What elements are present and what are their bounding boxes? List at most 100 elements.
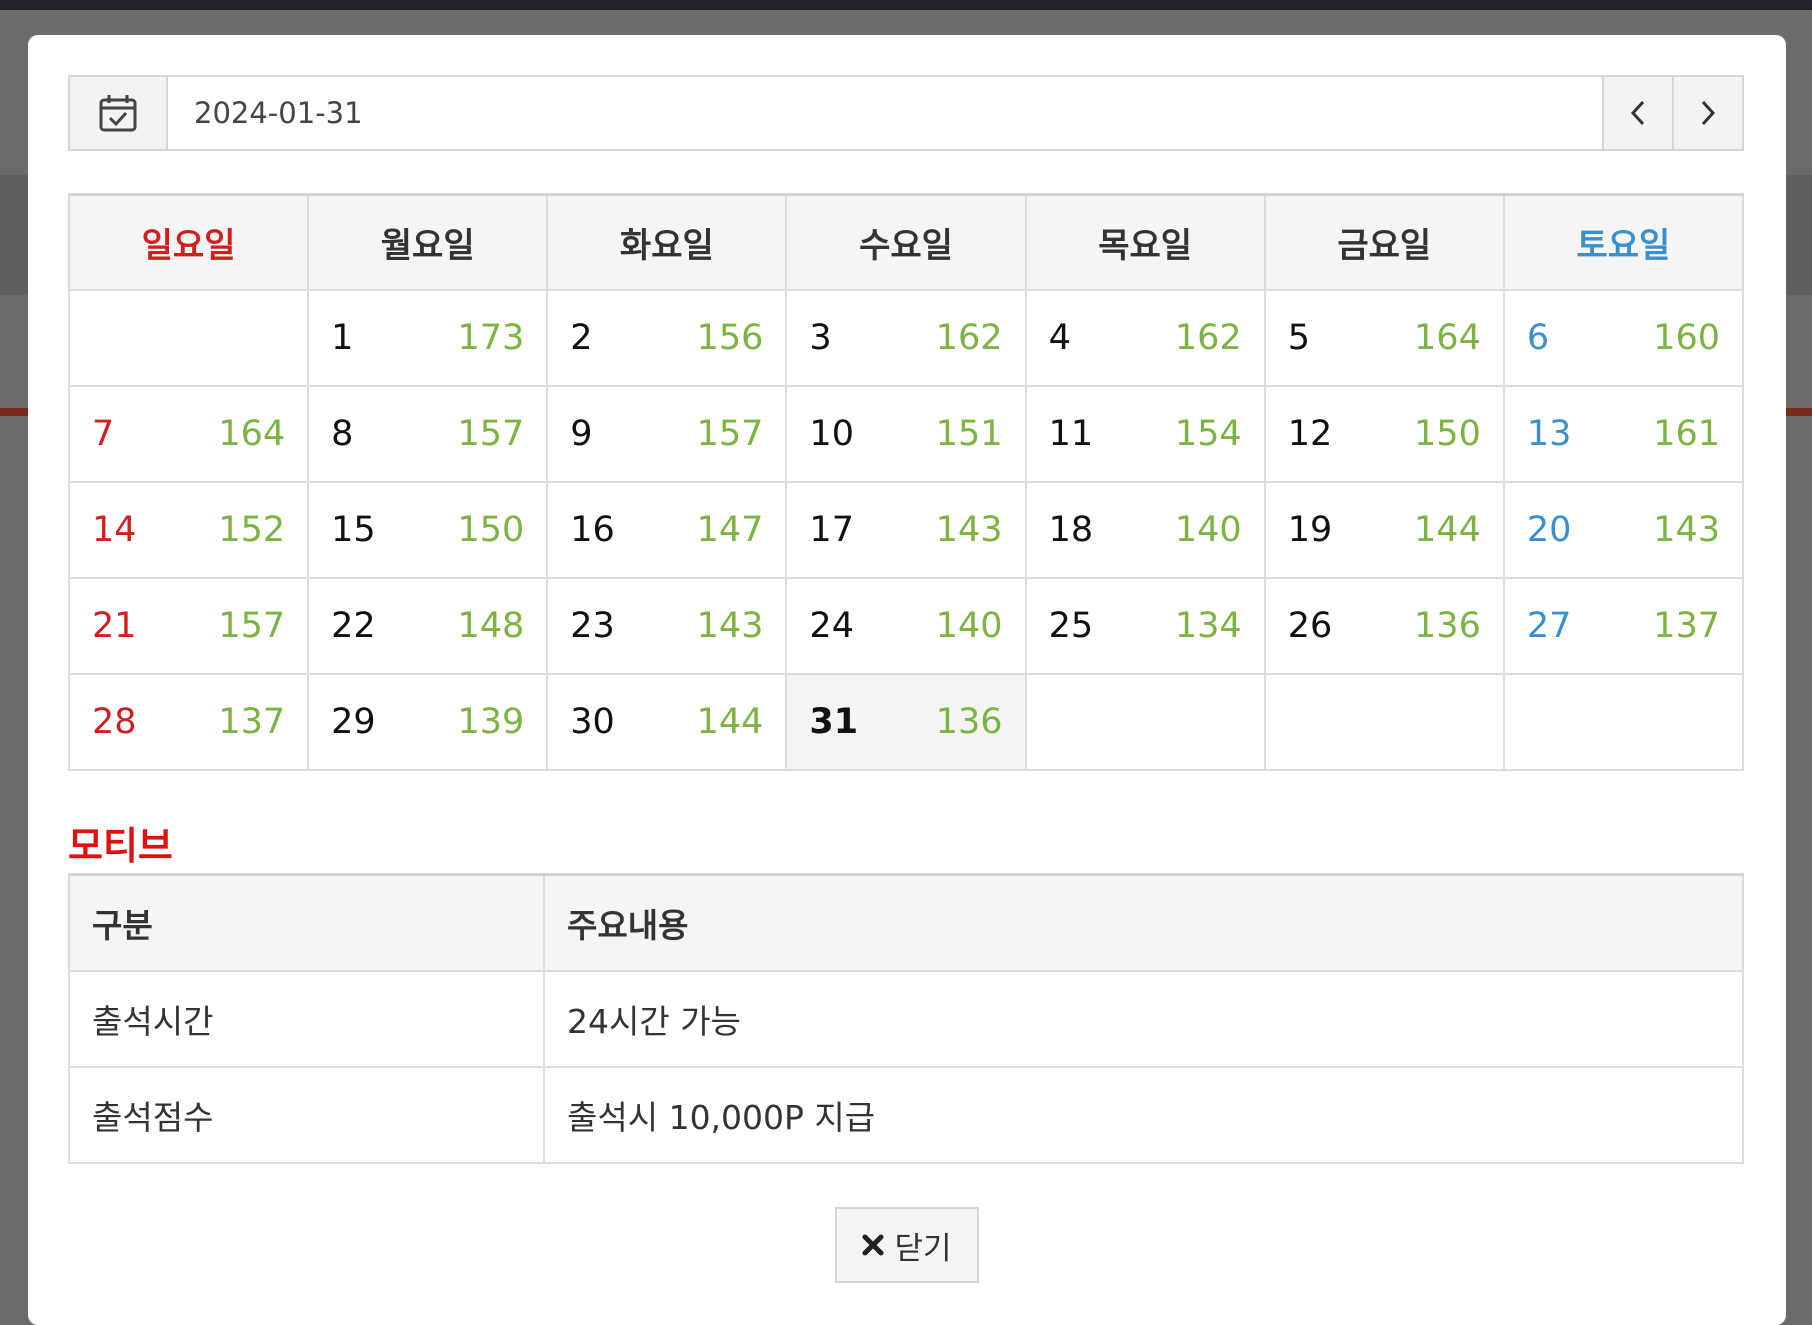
calendar-day-content: 10 151 xyxy=(809,414,1002,454)
attendance-calendar: 일요일 월요일 화요일 수요일 목요일 금요일 토요일 1 173 2 156 3 162… xyxy=(67,193,1745,771)
calendar-day-content: 20 143 xyxy=(1527,510,1720,550)
calendar-day-cell[interactable]: 20 143 xyxy=(1502,480,1745,579)
calendar-day-number: 26 xyxy=(1287,605,1333,646)
calendar-day-cell[interactable]: 23 143 xyxy=(546,576,788,675)
calendar-day-content: 29 139 xyxy=(331,702,524,742)
calendar-day-cell[interactable]: 8 157 xyxy=(307,384,549,483)
calendar-day-cell[interactable]: 13 161 xyxy=(1502,384,1745,483)
calendar-day-number: 13 xyxy=(1526,413,1572,454)
calendar-day-content: 31 136 xyxy=(809,702,1002,742)
calendar-day-cell[interactable]: 3 162 xyxy=(785,288,1027,387)
calendar-day-content: 3 162 xyxy=(809,318,1002,358)
calendar-day-cell[interactable]: 21 157 xyxy=(67,576,310,675)
calendar-day-number: 11 xyxy=(1048,413,1094,454)
calendar-button[interactable] xyxy=(70,77,168,149)
calendar-day-cell[interactable]: 15 150 xyxy=(307,480,549,579)
calendar-day-cell[interactable]: 6 160 xyxy=(1502,288,1745,387)
calendar-day-content: 18 140 xyxy=(1049,510,1242,550)
attendance-count: 137 xyxy=(1653,605,1720,646)
prev-month-button[interactable] xyxy=(1602,77,1672,149)
calendar-day-number: 21 xyxy=(92,605,137,646)
calendar-day-content: 16 147 xyxy=(570,510,763,550)
calendar-day-number: 20 xyxy=(1526,509,1572,550)
weekday-tuesday: 화요일 xyxy=(546,193,788,291)
calendar-day-number: 5 xyxy=(1287,317,1310,358)
attendance-count: 148 xyxy=(457,605,525,646)
attendance-count: 136 xyxy=(1414,605,1481,646)
calendar-day-cell[interactable]: 10 151 xyxy=(785,384,1027,483)
attendance-count: 154 xyxy=(1174,413,1242,454)
attendance-count: 143 xyxy=(1653,509,1720,550)
calendar-day-cell[interactable]: 16 147 xyxy=(546,480,788,579)
attendance-count: 151 xyxy=(935,413,1003,454)
calendar-day-content: 30 144 xyxy=(570,702,763,742)
calendar-day-cell[interactable]: 28 137 xyxy=(67,672,310,771)
calendar-day-cell[interactable]: 7 164 xyxy=(67,384,310,483)
calendar-day-cell[interactable]: 11 154 xyxy=(1024,384,1266,483)
date-input[interactable] xyxy=(168,77,1602,149)
info-table: 구분 주요내용 출석시간 24시간 가능 출석점수 출석시 10,000P 지급 xyxy=(68,873,1744,1164)
calendar-day-cell[interactable]: 1 173 xyxy=(307,288,549,387)
table-row: 출석시간 24시간 가능 xyxy=(68,969,1744,1068)
calendar-day-number: 15 xyxy=(331,509,376,550)
calendar-check-icon xyxy=(99,95,137,132)
calendar-day-content: 4 162 xyxy=(1049,318,1242,358)
calendar-empty-cell xyxy=(67,288,310,387)
calendar-day-number: 12 xyxy=(1287,413,1333,454)
next-month-button[interactable] xyxy=(1672,77,1742,149)
info-cell-content: 출석시 10,000P 지급 xyxy=(543,1065,1744,1164)
section-title: 모티브 xyxy=(68,824,173,868)
calendar-day-cell[interactable]: 4 162 xyxy=(1024,288,1266,387)
calendar-day-cell[interactable]: 18 140 xyxy=(1024,480,1266,579)
calendar-day-cell[interactable]: 29 139 xyxy=(307,672,549,771)
calendar-empty-cell xyxy=(1024,672,1266,771)
calendar-day-cell[interactable]: 9 157 xyxy=(546,384,788,483)
calendar-day-cell[interactable]: 25 134 xyxy=(1024,576,1266,675)
calendar-day-cell[interactable]: 12 150 xyxy=(1263,384,1505,483)
page-top-bar xyxy=(0,0,1812,10)
calendar-day-content: 6 160 xyxy=(1527,318,1720,358)
calendar-empty-cell xyxy=(1263,672,1505,771)
calendar-day-number: 25 xyxy=(1048,605,1094,646)
calendar-day-cell[interactable]: 30 144 xyxy=(546,672,788,771)
calendar-day-content: 19 144 xyxy=(1288,510,1481,550)
attendance-modal: 일요일 월요일 화요일 수요일 목요일 금요일 토요일 117321563162… xyxy=(28,35,1786,1325)
chevron-left-icon xyxy=(1630,100,1645,126)
date-picker-bar xyxy=(68,75,1744,151)
weekday-sunday: 일요일 xyxy=(67,193,310,291)
info-cell-category: 출석시간 xyxy=(68,969,545,1068)
calendar-day-content: 12 150 xyxy=(1288,414,1481,454)
calendar-day-number: 28 xyxy=(92,701,137,742)
calendar-day-cell[interactable]: 19 144 xyxy=(1263,480,1505,579)
attendance-count: 157 xyxy=(457,413,525,454)
calendar-day-number: 1 xyxy=(331,317,354,358)
calendar-day-number: 29 xyxy=(331,701,376,742)
calendar-day-content: 22 148 xyxy=(331,606,524,646)
calendar-day-content: 13 161 xyxy=(1527,414,1720,454)
calendar-day-number: 4 xyxy=(1048,317,1071,358)
calendar-day-cell[interactable]: 26 136 xyxy=(1263,576,1505,675)
calendar-day-cell[interactable]: 31 136 xyxy=(785,672,1027,771)
attendance-count: 144 xyxy=(696,701,764,742)
calendar-day-cell[interactable]: 17 143 xyxy=(785,480,1027,579)
calendar-day-number: 8 xyxy=(331,413,354,454)
calendar-day-cell[interactable]: 14 152 xyxy=(67,480,310,579)
calendar-day-cell[interactable]: 27 137 xyxy=(1502,576,1745,675)
chevron-right-icon xyxy=(1701,100,1716,126)
calendar-day-content: 17 143 xyxy=(809,510,1002,550)
calendar-day-number: 18 xyxy=(1048,509,1094,550)
calendar-day-cell[interactable]: 22 148 xyxy=(307,576,549,675)
calendar-day-number: 10 xyxy=(809,413,854,454)
calendar-day-cell[interactable]: 24 140 xyxy=(785,576,1027,675)
calendar-day-content: 26 136 xyxy=(1288,606,1481,646)
attendance-count: 157 xyxy=(696,413,764,454)
calendar-day-cell[interactable]: 2 156 xyxy=(546,288,788,387)
close-button[interactable]: 닫기 xyxy=(835,1207,979,1283)
calendar-day-number: 6 xyxy=(1526,317,1550,358)
weekday-monday: 월요일 xyxy=(307,193,549,291)
calendar-day-cell[interactable]: 5 164 xyxy=(1263,288,1505,387)
calendar-day-number: 23 xyxy=(570,605,615,646)
weekday-wednesday: 수요일 xyxy=(785,193,1027,291)
calendar-day-content: 9 157 xyxy=(570,414,763,454)
calendar-day-number: 27 xyxy=(1526,605,1572,646)
